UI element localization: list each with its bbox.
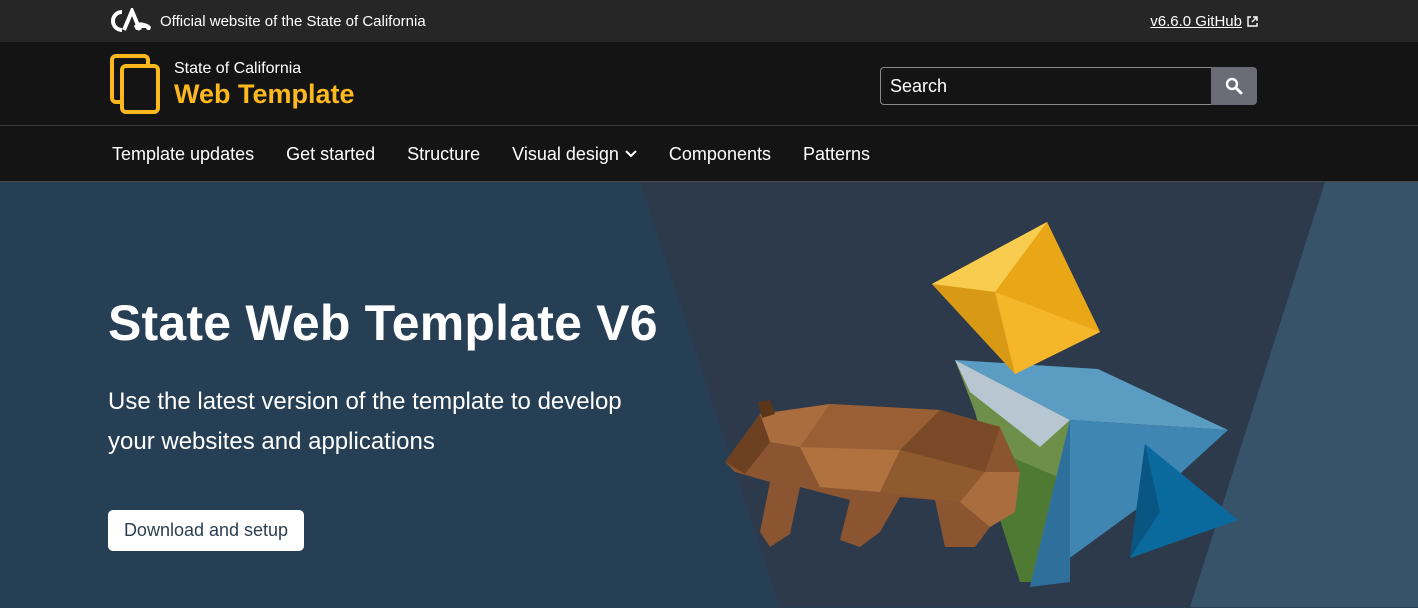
official-site-notice: Official website of the State of Califor… [108,8,426,34]
ca-gov-logo-icon [111,8,151,32]
nav-item-label: Template updates [112,143,255,164]
chevron-down-icon [625,150,637,158]
state-name: State of California [174,60,302,77]
search-input[interactable] [880,67,1211,105]
external-link-icon [1247,15,1258,27]
search-button[interactable] [1211,67,1257,105]
nav-item-patterns[interactable]: Patterns [803,144,870,165]
official-text: Official website of the State of Califor… [160,12,426,30]
nav-item-label: Patterns [802,143,871,164]
nav-item-label: Components [668,143,771,164]
template-logo-icon [110,54,160,114]
nav-item-structure[interactable]: Structure [407,144,480,165]
nav-item-components[interactable]: Components [669,144,771,165]
search-icon [1225,77,1243,95]
branding-header: State of California Web Template [0,42,1418,126]
nav-item-template-updates[interactable]: Template updates [112,144,254,165]
github-link-label: v6.6.0 GitHub [1150,12,1242,30]
nav-item-label: Get started [286,143,376,164]
hero-banner: State Web Template V6 Use the latest ver… [0,182,1418,607]
github-link[interactable]: v6.6.0 GitHub [1150,13,1258,30]
site-brand-link[interactable]: State of California Web Template [110,54,355,114]
hero-title: State Web Template V6 [108,295,658,351]
nav-item-get-started[interactable]: Get started [286,144,375,165]
nav-item-visual-design[interactable]: Visual design [512,144,637,165]
utility-header: Official website of the State of Califor… [0,0,1418,42]
nav-item-label: Structure [407,143,481,164]
hero-subtitle: Use the latest version of the template t… [108,388,622,455]
site-name: Web Template [174,79,355,109]
search-form [880,67,1257,105]
download-setup-button[interactable]: Download and setup [108,510,304,551]
nav-item-label: Visual design [512,143,619,164]
main-navigation: Template updates Get started Structure V… [0,126,1418,182]
